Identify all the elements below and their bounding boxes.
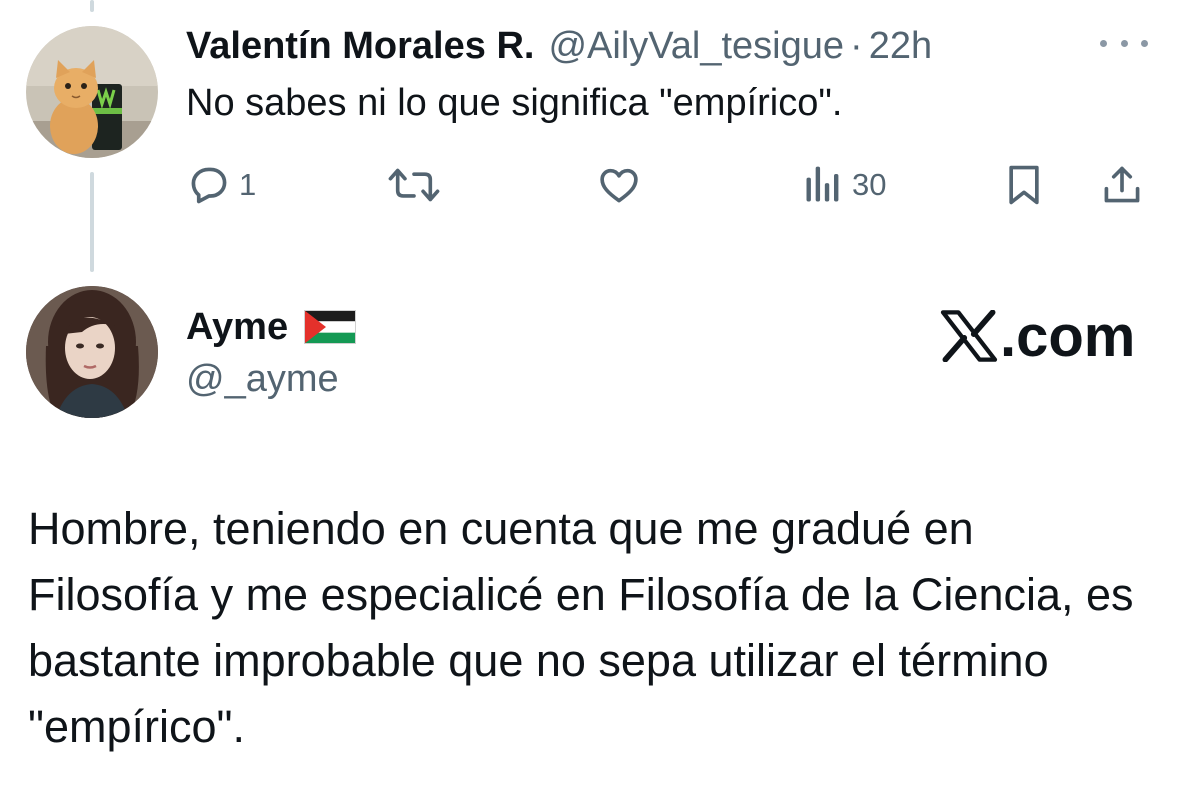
- bookmark-button[interactable]: [1004, 160, 1044, 210]
- quoted-tweet-text: Hombre, teniendo en cuenta que me gradué…: [28, 503, 1134, 752]
- like-button[interactable]: [596, 160, 650, 210]
- reply-button[interactable]: 1: [187, 160, 256, 210]
- views-chart-icon: [806, 166, 839, 202]
- share-icon: [1104, 166, 1140, 203]
- woman-avatar-image: [26, 286, 158, 418]
- bookmark-icon: [1009, 165, 1039, 205]
- more-options-icon[interactable]: [1100, 30, 1148, 56]
- x-com-watermark: .com: [940, 303, 1136, 369]
- brand-domain-suffix: .com: [1000, 303, 1136, 369]
- repost-button[interactable]: [385, 160, 451, 210]
- avatar-valentin[interactable]: [26, 26, 158, 158]
- thread-line-top: [90, 0, 94, 12]
- reply-tweet-text: No sabes ni lo que significa "empírico".: [186, 82, 843, 124]
- tweet-timestamp[interactable]: 22h: [869, 25, 932, 68]
- palestine-flag-icon: [304, 310, 357, 344]
- quoted-author-handle[interactable]: @_ayme: [186, 358, 339, 401]
- quoted-author-row: Ayme: [186, 302, 357, 352]
- tweet-actions-bar: 1 30: [0, 160, 1179, 210]
- reply-icon: [191, 167, 227, 204]
- author-handle[interactable]: @AilyVal_tesigue: [548, 25, 844, 68]
- reply-count: 1: [239, 167, 257, 202]
- quoted-author-display-name[interactable]: Ayme: [186, 306, 288, 349]
- reply-tweet-header: Valentín Morales R. @AilyVal_tesigue · 2…: [186, 20, 932, 72]
- cat-avatar-image: [26, 26, 158, 158]
- separator-dot: ·: [850, 24, 863, 67]
- avatar-ayme[interactable]: [26, 286, 158, 418]
- heart-icon: [600, 168, 638, 203]
- share-button[interactable]: [1100, 160, 1144, 210]
- views-button[interactable]: 30: [802, 160, 886, 210]
- thread-connector-line: [90, 172, 94, 272]
- repost-icon: [388, 168, 440, 202]
- author-display-name[interactable]: Valentín Morales R.: [186, 25, 534, 68]
- x-logo-icon: [940, 310, 998, 362]
- views-count: 30: [852, 167, 887, 202]
